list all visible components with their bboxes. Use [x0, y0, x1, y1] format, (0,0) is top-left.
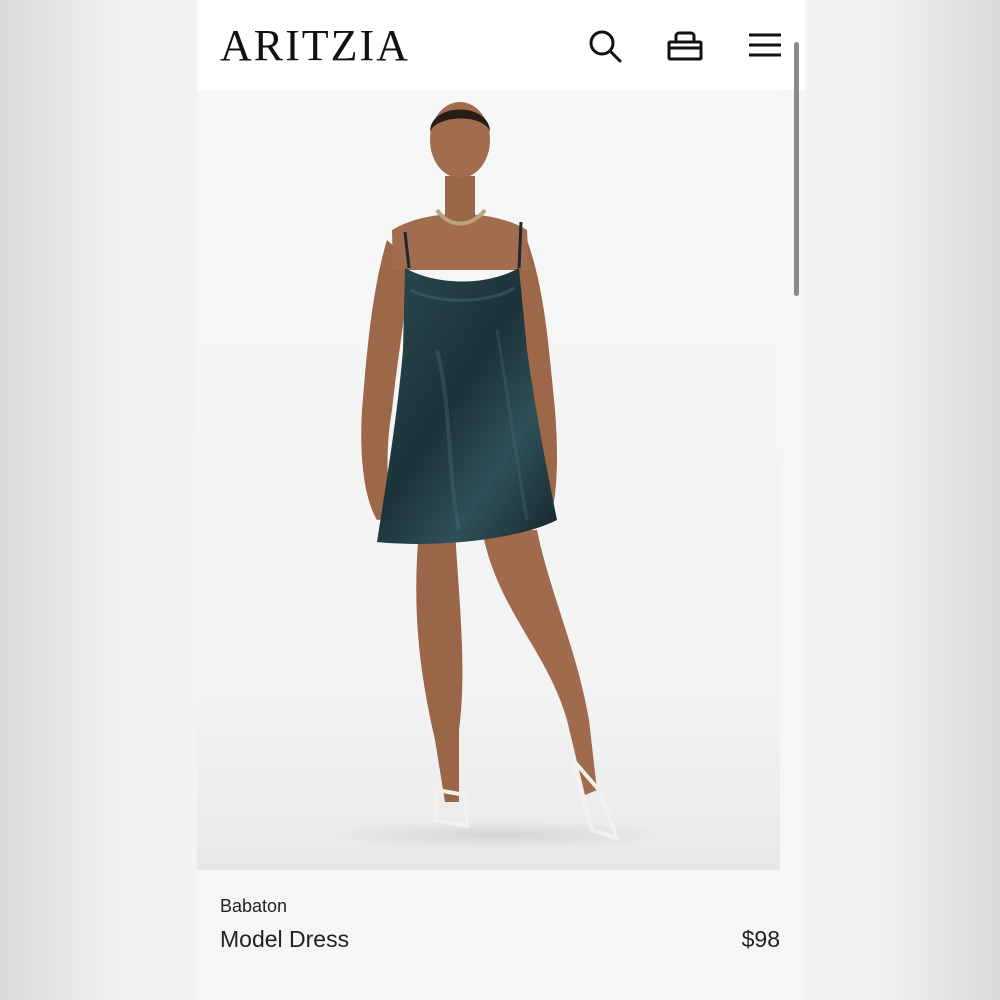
- app-screen: ARITZIA Babaton Model Dress $98: [197, 0, 805, 1000]
- model-photo: [327, 102, 667, 849]
- product-brand[interactable]: Babaton: [220, 896, 287, 917]
- hamburger-menu-icon[interactable]: [745, 26, 785, 66]
- product-price: $98: [741, 926, 780, 952]
- shopping-bag-icon[interactable]: [665, 26, 705, 66]
- brand-logo[interactable]: ARITZIA: [220, 22, 410, 70]
- product-name[interactable]: Model Dress: [220, 926, 349, 953]
- scrollbar[interactable]: [794, 42, 799, 296]
- product-image[interactable]: [197, 90, 780, 870]
- search-icon[interactable]: [585, 26, 625, 66]
- top-nav-bar: ARITZIA: [197, 0, 805, 90]
